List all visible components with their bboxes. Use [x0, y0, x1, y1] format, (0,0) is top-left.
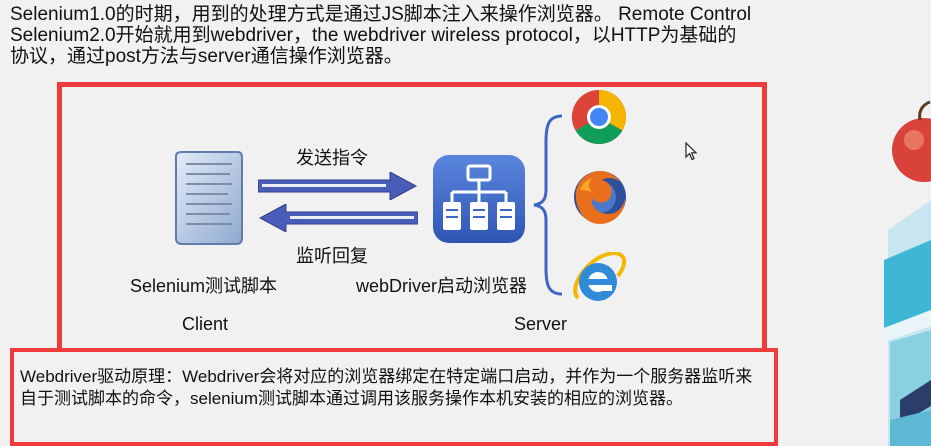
intro-line-1: Selenium1.0的时期，用到的处理方式是通过JS脚本注入来操作浏览器。 R… — [10, 4, 752, 25]
intro-line-2: Selenium2.0开始就用到webdriver，the webdriver … — [10, 25, 737, 46]
webdriver-principle-text: Webdriver驱动原理：Webdriver会将对应的浏览器绑定在特定端口启动… — [20, 367, 753, 408]
mouse-cursor-icon — [685, 142, 698, 161]
chrome-icon — [571, 89, 627, 145]
webdriver-principle-box: Webdriver驱动原理：Webdriver会将对应的浏览器绑定在特定端口启动… — [10, 348, 778, 446]
apple-books-illustration — [884, 100, 931, 446]
script-scroll-icon — [175, 151, 243, 245]
internet-explorer-icon — [573, 252, 627, 301]
server-label: Server — [514, 314, 568, 334]
server-network-icon — [433, 155, 525, 243]
browser-brace — [533, 114, 563, 296]
firefox-icon — [574, 170, 626, 224]
webdriver-launch-label: webDriver启动浏览器 — [356, 276, 528, 296]
reply-arrow-icon — [258, 204, 418, 232]
send-command-label: 发送指令 — [296, 148, 368, 168]
selenium-script-label: Selenium测试脚本 — [130, 276, 278, 296]
client-label: Client — [182, 314, 229, 334]
intro-text: Selenium1.0的时期，用到的处理方式是通过JS脚本注入来操作浏览器。 R… — [10, 4, 870, 67]
listen-reply-label: 监听回复 — [296, 246, 368, 266]
intro-line-3: 协议，通过post方法与server通信操作浏览器。 — [10, 46, 403, 67]
send-arrow-icon — [258, 172, 418, 200]
